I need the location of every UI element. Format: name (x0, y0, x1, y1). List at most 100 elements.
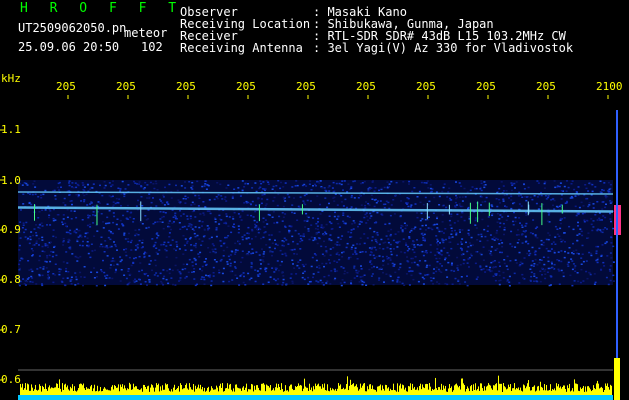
noise-speck (184, 277, 187, 279)
noise-speck (419, 201, 422, 204)
noise-speck (465, 241, 467, 244)
noise-speck (217, 194, 220, 196)
noise-speck (55, 254, 58, 257)
noise-speck (68, 190, 71, 192)
noise-speck (184, 202, 187, 204)
noise-speck (291, 280, 294, 283)
amplitude-bar (459, 385, 460, 395)
amplitude-bar (243, 386, 244, 395)
amplitude-bar (585, 386, 586, 395)
noise-speck (193, 203, 196, 205)
noise-speck (447, 261, 450, 264)
noise-speck (571, 197, 574, 199)
noise-speck (174, 212, 177, 214)
noise-speck (455, 204, 458, 206)
amplitude-bar (191, 389, 192, 395)
noise-speck (121, 224, 124, 226)
noise-speck (337, 236, 340, 239)
amplitude-bar (317, 384, 318, 395)
amplitude-bar (548, 390, 549, 395)
noise-speck (606, 255, 609, 257)
noise-speck (600, 255, 603, 257)
noise-speck (162, 215, 165, 218)
noise-speck (213, 259, 216, 261)
noise-speck (610, 236, 613, 238)
amplitude-bar (509, 386, 510, 395)
amplitude-bar (154, 391, 155, 395)
noise-speck (180, 185, 183, 187)
noise-speck (280, 260, 283, 263)
noise-speck (46, 255, 49, 257)
amplitude-bar (377, 386, 378, 395)
value-receiving-antenna: : 3el Yagi(V) Az 330 for Vladivostok (313, 41, 574, 55)
amplitude-bar (338, 383, 339, 395)
noise-speck (291, 282, 294, 284)
amplitude-bar (91, 384, 92, 395)
y-tick-label: 1.1 (1, 123, 21, 136)
noise-speck (445, 238, 447, 241)
noise-speck (436, 248, 439, 250)
noise-speck (543, 187, 546, 189)
amplitude-bar (582, 387, 583, 395)
noise-speck (72, 186, 75, 189)
noise-speck (407, 245, 409, 248)
noise-speck (146, 197, 149, 199)
noise-speck (182, 213, 185, 215)
noise-speck (301, 263, 304, 266)
noise-speck (482, 246, 485, 248)
noise-speck (528, 254, 531, 257)
noise-speck (41, 236, 44, 239)
noise-speck (170, 197, 173, 199)
noise-speck (567, 261, 570, 264)
noise-speck (152, 183, 155, 185)
noise-speck (247, 226, 250, 229)
noise-speck (389, 275, 392, 278)
noise-speck (604, 216, 607, 219)
noise-speck (76, 240, 79, 243)
noise-speck (408, 180, 411, 183)
noise-speck (27, 277, 30, 279)
amplitude-bar (347, 376, 348, 395)
noise-speck (155, 251, 158, 254)
noise-speck (350, 282, 352, 284)
noise-speck (127, 268, 130, 270)
noise-speck (310, 265, 313, 268)
amplitude-bar (540, 381, 541, 395)
noise-speck (576, 272, 579, 274)
noise-speck (503, 233, 505, 236)
noise-speck (253, 219, 256, 222)
noise-speck (282, 281, 285, 284)
noise-speck (334, 277, 337, 280)
noise-speck (524, 225, 527, 227)
noise-speck (509, 260, 512, 262)
noise-speck (370, 215, 373, 217)
amplitude-bar (374, 389, 375, 395)
amplitude-bar (415, 389, 416, 395)
noise-speck (59, 268, 62, 271)
noise-speck (219, 260, 222, 262)
amplitude-bar (510, 384, 511, 395)
noise-speck (188, 258, 191, 261)
noise-speck (297, 233, 300, 235)
app-title: H R O F F T (20, 1, 184, 16)
amplitude-bar (436, 388, 437, 395)
noise-speck (342, 212, 345, 214)
amplitude-bar (366, 391, 367, 395)
amplitude-bar (224, 391, 225, 395)
noise-speck (347, 258, 350, 260)
noise-speck (436, 223, 439, 225)
noise-speck (83, 189, 86, 192)
noise-speck (49, 210, 52, 212)
noise-speck (368, 204, 371, 206)
noise-speck (558, 235, 561, 237)
noise-speck (144, 281, 147, 283)
noise-speck (371, 266, 373, 269)
noise-speck (159, 221, 162, 223)
noise-speck (601, 244, 604, 246)
noise-speck (405, 244, 408, 246)
noise-speck (229, 270, 232, 273)
noise-speck (139, 283, 142, 285)
amplitude-bar (271, 390, 272, 395)
noise-speck (414, 226, 417, 228)
noise-speck (285, 255, 288, 257)
